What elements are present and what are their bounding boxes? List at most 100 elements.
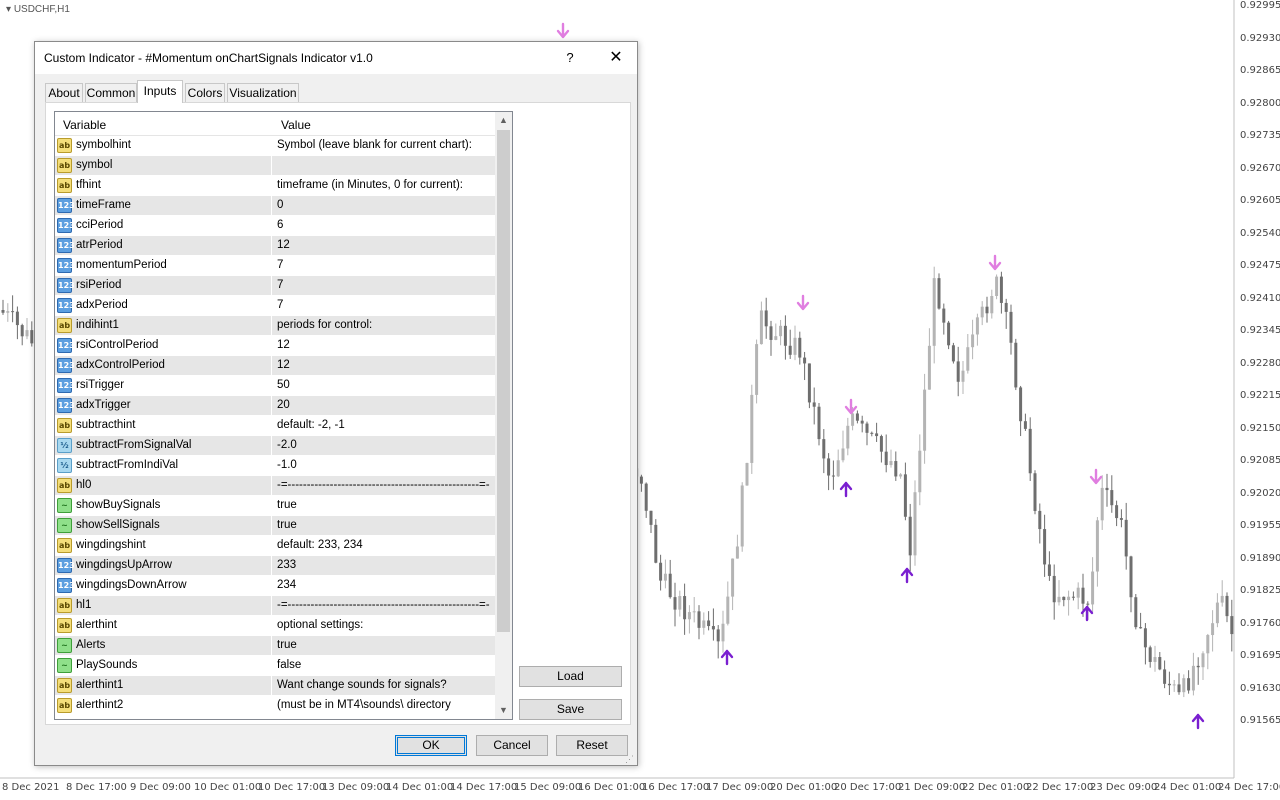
candle-body: [1119, 518, 1123, 520]
save-button[interactable]: Save: [519, 699, 622, 720]
table-row[interactable]: 123 cciPeriod 6: [55, 216, 495, 236]
variable-value[interactable]: false: [277, 659, 493, 671]
table-row[interactable]: 123 wingdingsUpArrow 233: [55, 556, 495, 576]
candle-body: [774, 336, 778, 340]
variable-value[interactable]: optional settings:: [277, 619, 493, 631]
double-type-icon: ½: [57, 458, 72, 473]
candle-body: [759, 310, 763, 345]
table-row[interactable]: 123 momentumPeriod 7: [55, 256, 495, 276]
tab-common[interactable]: Common: [85, 83, 137, 103]
variable-value[interactable]: 6: [277, 219, 493, 231]
table-row[interactable]: 123 rsiControlPeriod 12: [55, 336, 495, 356]
buy-arrow-icon: [720, 649, 734, 666]
candle-body: [673, 597, 677, 610]
variable-value[interactable]: 0: [277, 199, 493, 211]
variable-value[interactable]: (must be in MT4\sounds\ directory: [277, 699, 493, 711]
variable-value[interactable]: 7: [277, 299, 493, 311]
table-row[interactable]: ab hl0 -=---------------------------------…: [55, 476, 495, 496]
load-button[interactable]: Load: [519, 666, 622, 687]
int-type-icon: 123: [57, 198, 75, 213]
table-row[interactable]: 123 rsiPeriod 7: [55, 276, 495, 296]
variable-value[interactable]: true: [277, 519, 493, 531]
price-tick-label: 0.92150: [1240, 422, 1280, 434]
scroll-up-arrow-icon[interactable]: ▲: [495, 112, 512, 129]
table-row[interactable]: 123 atrPeriod 12: [55, 236, 495, 256]
table-row[interactable]: ab alerthint2 (must be in MT4\sounds\ dire…: [55, 696, 495, 716]
ok-button[interactable]: OK: [395, 735, 467, 756]
candle-body: [846, 425, 850, 449]
tab-visualization[interactable]: Visualization: [227, 83, 299, 103]
variable-value[interactable]: 7: [277, 259, 493, 271]
variable-value[interactable]: Symbol (leave blank for current chart):: [277, 139, 493, 151]
tab-colors[interactable]: Colors: [185, 83, 225, 103]
signal-arrows-layer: [556, 22, 1205, 730]
dialog-titlebar[interactable]: Custom Indicator - #Momentum onChartSign…: [35, 42, 637, 74]
variable-value[interactable]: -1.0: [277, 459, 493, 471]
close-icon[interactable]: ✕: [601, 44, 631, 72]
variable-name: momentumPeriod: [76, 259, 167, 271]
table-row[interactable]: ab indihint1 periods for control:: [55, 316, 495, 336]
tab-about[interactable]: About: [45, 83, 83, 103]
candle-body: [1110, 490, 1114, 506]
inputs-grid: Variable Value ab symbolhint Symbol (leave…: [54, 111, 513, 720]
table-row[interactable]: ab alerthint optional settings:: [55, 616, 495, 636]
bool-type-icon: ~: [57, 498, 72, 513]
table-row[interactable]: 123 adxTrigger 20: [55, 396, 495, 416]
symbol-dropdown-icon[interactable]: ▾: [6, 4, 11, 15]
int-type-icon: 123: [57, 578, 75, 593]
time-tick-label: 22 Dec 01:00: [962, 782, 1030, 793]
variable-value[interactable]: periods for control:: [277, 319, 493, 331]
grid-scrollbar[interactable]: ▲ ▼: [495, 112, 512, 719]
variable-value[interactable]: -2.0: [277, 439, 493, 451]
table-row[interactable]: 123 rsiTrigger 50: [55, 376, 495, 396]
resize-grip-icon[interactable]: ⋰: [625, 754, 634, 765]
column-header-value[interactable]: Value: [281, 118, 311, 132]
reset-button[interactable]: Reset: [556, 735, 628, 756]
table-row[interactable]: 123 adxPeriod 7: [55, 296, 495, 316]
candle-body: [860, 420, 864, 424]
variable-value[interactable]: timeframe (in Minutes, 0 for current):: [277, 179, 493, 191]
table-row[interactable]: 123 timeFrame 0: [55, 196, 495, 216]
variable-value[interactable]: true: [277, 639, 493, 651]
column-divider: [271, 256, 272, 276]
table-row[interactable]: ~ showBuySignals true: [55, 496, 495, 516]
table-row[interactable]: ab wingdingshint default: 233, 234: [55, 536, 495, 556]
variable-value[interactable]: 233: [277, 559, 493, 571]
column-divider: [271, 396, 272, 416]
table-row[interactable]: ½ subtractFromSignalVal -2.0: [55, 436, 495, 456]
table-row[interactable]: ab hl1 -=---------------------------------…: [55, 596, 495, 616]
table-row[interactable]: ½ subtractFromIndiVal -1.0: [55, 456, 495, 476]
variable-value[interactable]: 12: [277, 359, 493, 371]
variable-value[interactable]: 7: [277, 279, 493, 291]
table-row[interactable]: 123 wingdingsDownArrow 234: [55, 576, 495, 596]
table-row[interactable]: ab subtracthint default: -2, -1: [55, 416, 495, 436]
variable-value[interactable]: 12: [277, 339, 493, 351]
tab-inputs[interactable]: Inputs: [137, 80, 183, 103]
help-button[interactable]: ?: [555, 44, 585, 72]
variable-value[interactable]: 20: [277, 399, 493, 411]
cancel-button[interactable]: Cancel: [476, 735, 548, 756]
variable-value[interactable]: default: -2, -1: [277, 419, 493, 431]
table-row[interactable]: ab symbolhint Symbol (leave blank for curr…: [55, 136, 495, 156]
table-row[interactable]: ab tfhint timeframe (in Minutes, 0 for cur…: [55, 176, 495, 196]
variable-name: Alerts: [76, 639, 106, 651]
table-row[interactable]: ~ PlaySounds false: [55, 656, 495, 676]
table-row[interactable]: ab alerthint1 Want change sounds for signa…: [55, 676, 495, 696]
column-header-variable[interactable]: Variable: [63, 118, 106, 132]
variable-value[interactable]: true: [277, 499, 493, 511]
variable-value[interactable]: -=--------------------------------------…: [277, 599, 493, 611]
candle-body: [913, 492, 917, 556]
variable-value[interactable]: Want change sounds for signals?: [277, 679, 493, 691]
table-row[interactable]: ~ Alerts true: [55, 636, 495, 656]
variable-value[interactable]: -=--------------------------------------…: [277, 479, 493, 491]
variable-value[interactable]: 12: [277, 239, 493, 251]
table-row[interactable]: ~ showSellSignals true: [55, 516, 495, 536]
variable-value[interactable]: 234: [277, 579, 493, 591]
scroll-down-arrow-icon[interactable]: ▼: [495, 702, 512, 719]
table-row[interactable]: ab symbol: [55, 156, 495, 176]
table-row[interactable]: 123 adxControlPeriod 12: [55, 356, 495, 376]
candle-body: [1081, 587, 1085, 604]
variable-value[interactable]: 50: [277, 379, 493, 391]
variable-value[interactable]: default: 233, 234: [277, 539, 493, 551]
scrollbar-thumb[interactable]: [497, 130, 510, 632]
